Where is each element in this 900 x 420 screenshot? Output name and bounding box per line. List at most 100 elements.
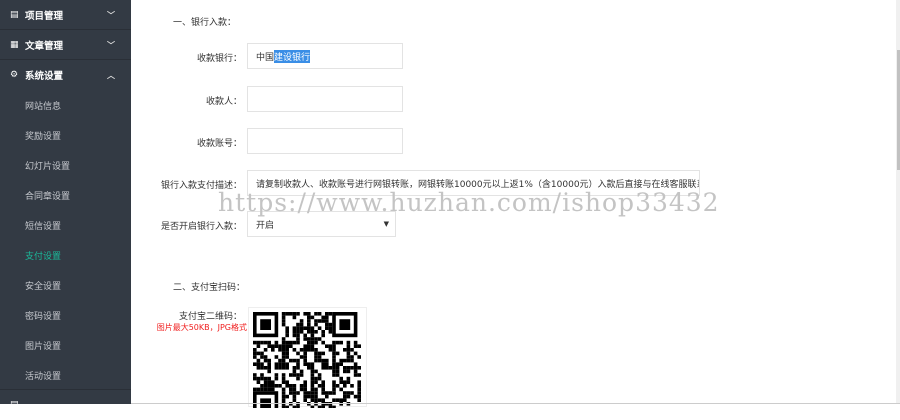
sidebar-item[interactable]: 活动设置 <box>25 369 61 382</box>
qr-module <box>335 369 340 374</box>
qr-module <box>325 312 329 316</box>
qr-module <box>267 362 271 366</box>
qr-module <box>346 391 351 395</box>
sidebar-item[interactable]: 支付设置 <box>25 249 61 262</box>
qr-module <box>310 398 315 402</box>
scrollbar[interactable] <box>896 0 900 404</box>
qr-module <box>256 376 261 381</box>
qr-module <box>310 387 315 392</box>
qr-module <box>357 380 361 384</box>
qr-module <box>253 351 257 356</box>
qr-module <box>321 358 325 363</box>
qr-module <box>350 384 354 388</box>
qr-module <box>335 373 340 377</box>
qr-module <box>357 355 361 359</box>
qr-module <box>285 348 289 352</box>
qr-module <box>281 391 286 395</box>
qr-module <box>314 358 318 363</box>
sidebar-item[interactable]: 密码设置 <box>25 309 61 322</box>
qr-module <box>289 344 293 348</box>
qr-module <box>253 362 257 366</box>
qr-module <box>339 362 343 366</box>
qr-module <box>278 348 282 352</box>
gear-icon: ⚙ <box>10 70 19 80</box>
qr-module <box>303 312 307 316</box>
qr-module <box>303 391 307 395</box>
qr-module <box>267 344 271 348</box>
qr-module <box>321 351 325 356</box>
qr-module <box>267 340 271 345</box>
qr-module <box>353 373 358 377</box>
qr-module <box>303 384 307 388</box>
sidebar-group-label: 项目管理 <box>25 11 64 22</box>
qr-module <box>332 351 336 356</box>
qr-module <box>353 366 358 370</box>
qr-module <box>343 391 347 395</box>
qr-module <box>339 340 343 345</box>
qr-module <box>310 330 315 334</box>
bank-value-text: 中国 <box>256 52 275 63</box>
qr-module <box>357 387 361 392</box>
sidebar-item[interactable]: 安全设置 <box>25 279 61 292</box>
sidebar-item[interactable]: 合同章设置 <box>25 189 70 202</box>
alipay-qr-upload[interactable] <box>248 307 367 420</box>
qr-module <box>335 340 340 345</box>
qr-module <box>278 366 282 370</box>
qr-module <box>296 330 300 334</box>
qr-module <box>353 351 358 356</box>
qr-module <box>325 326 329 330</box>
sidebar-group-next[interactable]: ▤ <box>0 390 131 420</box>
qr-module <box>332 355 336 359</box>
qr-module <box>357 384 361 388</box>
qr-module <box>317 373 322 377</box>
qr-module <box>317 351 322 356</box>
qr-module <box>325 362 329 366</box>
sidebar: ▤ 项目管理 ﹀ ▦ 文章管理 ﹀ ⚙ 系统设置 ︿ 网站信息奖励设置幻灯片设置… <box>0 0 131 410</box>
qr-module <box>332 387 336 392</box>
sidebar-group-system-settings[interactable]: ⚙ 系统设置 ︿ <box>0 60 131 90</box>
qr-module <box>281 394 286 399</box>
qr-module <box>321 384 325 388</box>
payee-input[interactable] <box>247 86 403 112</box>
qr-module <box>307 322 311 327</box>
qr-module <box>314 387 318 392</box>
sidebar-item[interactable]: 网站信息 <box>25 99 61 112</box>
account-input[interactable] <box>247 128 403 154</box>
qr-module <box>310 337 315 341</box>
bank-input[interactable]: 中国 建设银行 <box>247 43 403 69</box>
qr-module <box>296 366 300 370</box>
qr-module <box>357 373 361 377</box>
qr-module <box>274 344 279 348</box>
qr-label: 支付宝二维码： <box>178 312 242 322</box>
qr-module <box>296 351 300 356</box>
qr-module <box>299 319 304 323</box>
qr-module <box>285 326 289 330</box>
qr-module <box>339 376 343 381</box>
sidebar-group-articles[interactable]: ▦ 文章管理 ﹀ <box>0 30 131 60</box>
sidebar-item[interactable]: 短信设置 <box>25 219 61 232</box>
qr-module <box>357 394 361 399</box>
qr-module <box>321 315 325 320</box>
payee-label: 收款人： <box>205 97 242 107</box>
qr-module <box>292 387 297 392</box>
qr-module <box>281 355 286 359</box>
qr-module <box>267 369 271 374</box>
qr-module <box>321 333 325 338</box>
sidebar-item[interactable]: 奖励设置 <box>25 129 61 142</box>
qr-module <box>321 405 325 410</box>
qr-module <box>307 362 311 366</box>
qr-module <box>325 315 329 320</box>
qr-module <box>260 340 264 345</box>
qr-module <box>253 376 257 381</box>
qr-module <box>317 312 322 316</box>
qr-module <box>274 366 279 370</box>
sidebar-item[interactable]: 图片设置 <box>25 339 61 352</box>
qr-module <box>307 337 311 341</box>
sidebar-item[interactable]: 幻灯片设置 <box>25 159 70 172</box>
sidebar-group-projects[interactable]: ▤ 项目管理 ﹀ <box>0 0 131 30</box>
qr-module <box>281 340 286 345</box>
qr-module <box>285 333 289 338</box>
qr-module <box>253 340 257 345</box>
qr-module <box>350 366 354 370</box>
qr-module <box>310 348 315 352</box>
